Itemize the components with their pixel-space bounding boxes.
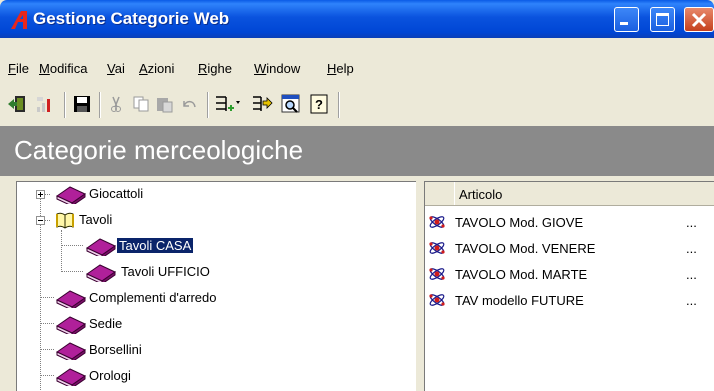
scissors-icon (111, 96, 121, 112)
copy-icon (133, 96, 149, 112)
tree-item-orologi[interactable]: Orologi (17, 365, 397, 387)
article-atom-icon (429, 216, 445, 228)
article-more[interactable]: ... (686, 293, 697, 308)
menu-righe[interactable]: Righe (198, 61, 232, 76)
list-item[interactable]: TAVOLO Mod. VENERE ... (425, 235, 714, 261)
cut-button[interactable] (105, 93, 127, 115)
article-name: TAVOLO Mod. MARTE (455, 267, 588, 282)
tree-item-label: Complementi d'arredo (89, 290, 217, 305)
tree-item-label: Borsellini (89, 342, 142, 357)
tree-item-label: Orologi (89, 368, 131, 383)
article-list[interactable]: Articolo TAVOLO Mod. GIOVE ... TAVOLO Mo… (424, 181, 714, 391)
search-magnifier-icon (281, 94, 300, 113)
window-title: Gestione Categorie Web (33, 9, 230, 28)
tree-item-complementi[interactable]: Complementi d'arredo (17, 287, 397, 309)
signal-button[interactable] (33, 93, 55, 115)
signal-icon (37, 97, 50, 112)
tree-item-tavoli[interactable]: Tavoli (17, 209, 397, 231)
tree-item-sedie[interactable]: Sedie (17, 313, 397, 335)
save-button[interactable] (71, 93, 93, 115)
tree-item-label: Giocattoli (89, 186, 144, 201)
help-question-icon: ? (310, 94, 328, 114)
category-book-icon (55, 290, 87, 308)
article-atom-icon (429, 268, 445, 280)
close-icon (691, 12, 707, 28)
category-book-icon (85, 238, 117, 256)
category-book-icon (85, 264, 117, 282)
expand-toggle[interactable] (36, 190, 45, 199)
collapse-toggle[interactable] (36, 216, 45, 225)
insert-row-button[interactable] (214, 93, 242, 115)
article-name: TAVOLO Mod. VENERE (455, 241, 596, 256)
paste-button[interactable] (153, 93, 175, 115)
list-header: Articolo (425, 182, 714, 206)
paste-clipboard-icon (157, 98, 173, 113)
close-button[interactable] (684, 7, 714, 32)
tree-item-label: Sedie (89, 316, 123, 331)
article-more[interactable]: ... (686, 241, 697, 256)
article-more[interactable]: ... (686, 267, 697, 282)
article-atom-icon (429, 242, 445, 254)
copy-button[interactable] (130, 93, 152, 115)
tree-item-giocattoli[interactable]: Giocattoli (17, 183, 397, 205)
menu-window[interactable]: Window (254, 61, 300, 76)
tree-item-label: Tavoli (79, 212, 113, 227)
page-header: Categorie merceologiche (0, 126, 714, 176)
menu-file[interactable]: File (8, 61, 29, 76)
undo-icon (183, 100, 196, 108)
arrow-right-icon (253, 96, 273, 111)
svg-text:?: ? (315, 97, 323, 112)
article-more[interactable]: ... (686, 215, 697, 230)
toolbar: ? (0, 84, 714, 124)
minimize-button[interactable] (614, 7, 639, 32)
exit-button[interactable] (6, 93, 28, 115)
menu-azioni[interactable]: Azioni (139, 61, 174, 76)
tree-item-label: Tavoli CASA (117, 238, 194, 253)
list-item[interactable]: TAV modello FUTURE ... (425, 287, 714, 313)
menu-modifica[interactable]: Modifica (39, 61, 87, 76)
category-book-icon (55, 342, 87, 360)
open-book-icon (56, 212, 74, 229)
column-header-articolo[interactable]: Articolo (454, 182, 714, 205)
insert-row-icon (216, 96, 240, 111)
article-name: TAV modello FUTURE (455, 293, 584, 308)
menu-vai[interactable]: Vai (107, 61, 125, 76)
tree-item-label: Tavoli UFFICIO (121, 264, 210, 279)
article-name: TAVOLO Mod. GIOVE (455, 215, 584, 230)
help-button[interactable]: ? (308, 93, 330, 115)
go-to-button[interactable] (250, 93, 274, 115)
category-book-icon (55, 316, 87, 334)
category-book-icon (55, 186, 87, 204)
app-logo-icon (11, 11, 27, 29)
exit-door-icon (8, 96, 25, 112)
tree-item-tavoli-casa[interactable]: Tavoli CASA (17, 235, 397, 257)
category-tree[interactable]: Giocattoli Tavoli Tavoli CASA Tavoli UFF… (16, 181, 416, 391)
search-button[interactable] (280, 93, 302, 115)
save-floppy-icon (74, 96, 90, 112)
tree-item-borsellini[interactable]: Borsellini (17, 339, 397, 361)
page-title: Categorie merceologiche (14, 135, 304, 165)
category-book-icon (55, 368, 87, 386)
maximize-button[interactable] (650, 7, 675, 32)
tree-item-tavoli-ufficio[interactable]: Tavoli UFFICIO (17, 261, 397, 283)
undo-button[interactable] (178, 93, 200, 115)
list-item[interactable]: TAVOLO Mod. GIOVE ... (425, 209, 714, 235)
menu-bar: File Modifica Vai Azioni Righe Window He… (0, 58, 714, 80)
pane-splitter[interactable] (416, 181, 424, 391)
menu-help[interactable]: Help (327, 61, 354, 76)
title-bar[interactable]: Gestione Categorie Web (0, 0, 714, 38)
column-header-label: Articolo (459, 187, 503, 202)
list-item[interactable]: TAVOLO Mod. MARTE ... (425, 261, 714, 287)
article-atom-icon (429, 294, 445, 306)
